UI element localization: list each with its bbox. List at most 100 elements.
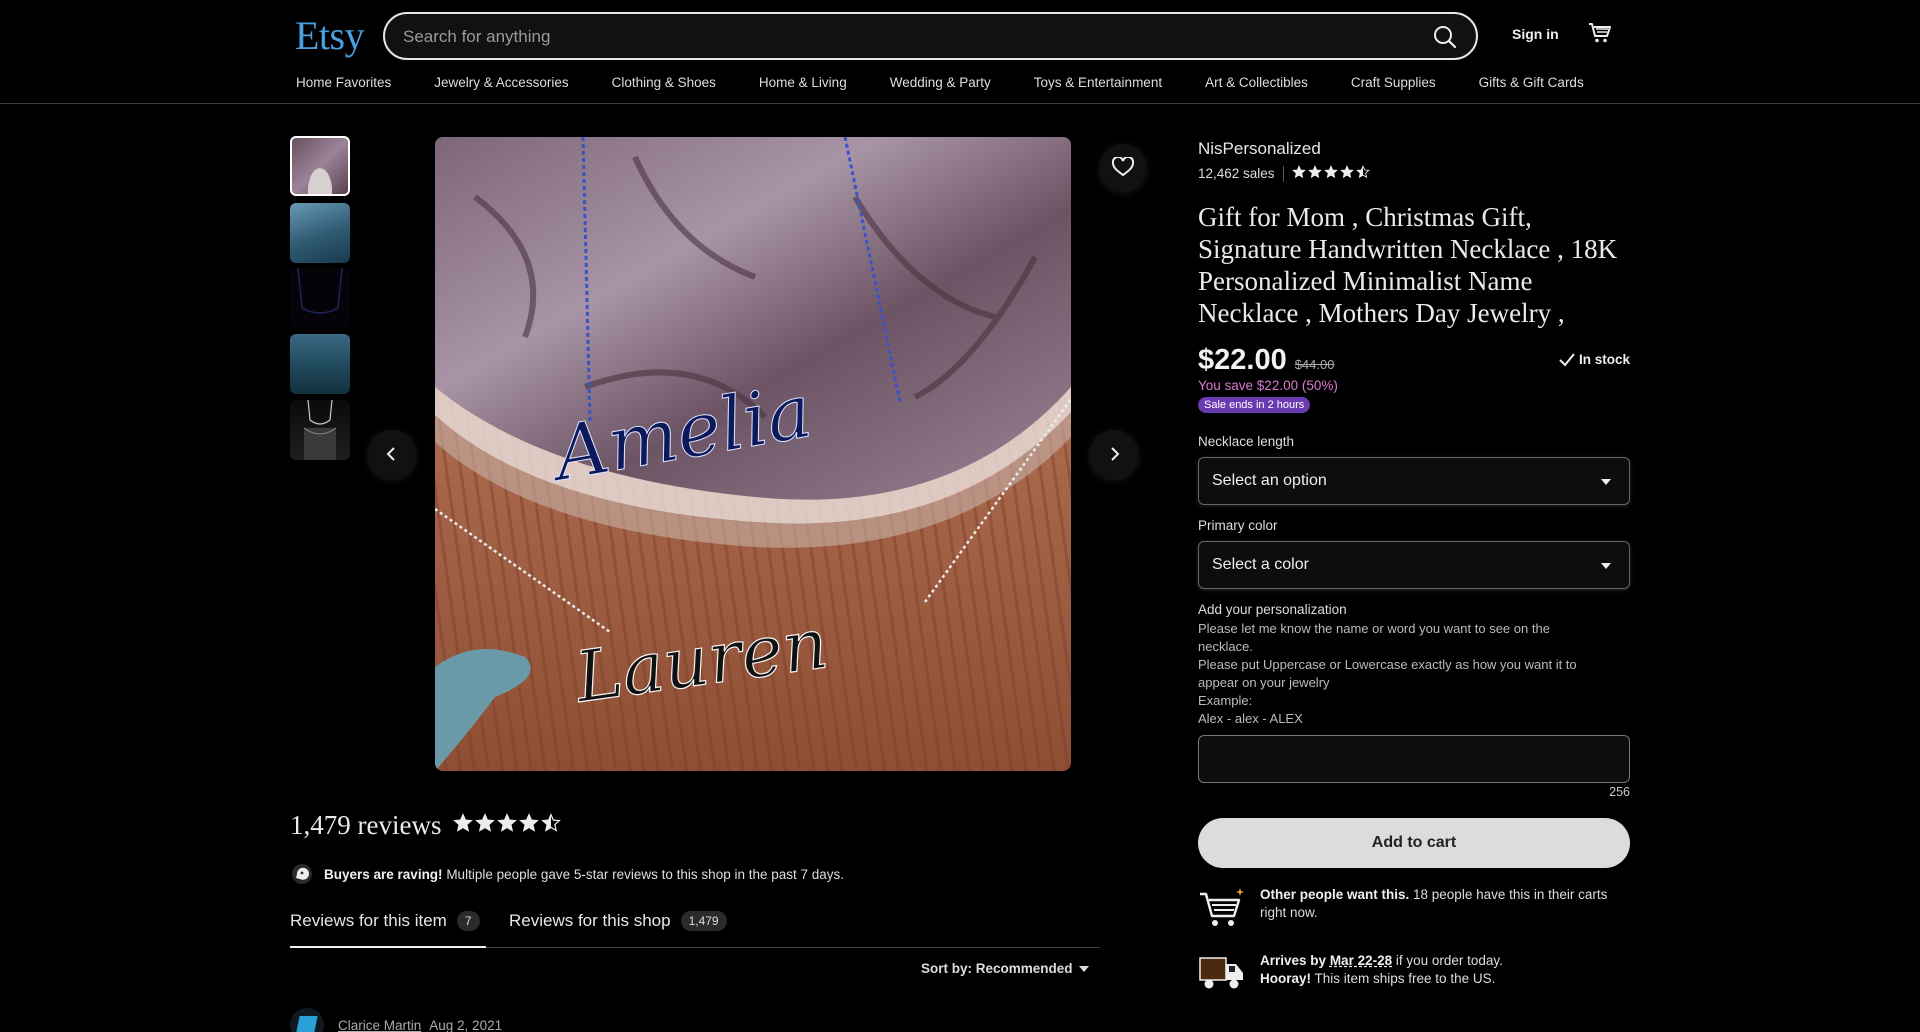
category-home-favorites[interactable]: Home Favorites (296, 75, 391, 90)
necklace-length-select[interactable]: Select an option (1198, 457, 1630, 505)
review-author-row: Clarice Martin Aug 2, 2021 (290, 1008, 502, 1032)
add-to-cart-button[interactable]: Add to cart (1198, 818, 1630, 868)
primary-color-value: Select a color (1212, 556, 1309, 573)
thumbnail-2[interactable] (290, 203, 350, 263)
buyers-raving-notice: Buyers are raving! Multiple people gave … (290, 862, 844, 886)
category-home-living[interactable]: Home & Living (759, 75, 847, 90)
thumbnail-3[interactable] (290, 268, 350, 328)
stock-label: In stock (1578, 352, 1630, 367)
chat-bubble-icon (292, 864, 312, 884)
review-date: Aug 2, 2021 (429, 1017, 503, 1032)
star-icon (475, 813, 496, 832)
category-wedding[interactable]: Wedding & Party (890, 75, 991, 90)
shop-rating-stars (1291, 165, 1372, 182)
sign-in-link[interactable]: Sign in (1512, 26, 1559, 42)
dropdown-caret-icon (1601, 479, 1611, 485)
sort-dropdown[interactable]: Sort by: Recommended (921, 961, 1089, 976)
previous-image-button[interactable] (368, 430, 416, 478)
hooray-bold: Hooray! (1260, 971, 1312, 986)
arrives-text: if you order today. (1392, 953, 1503, 968)
instruction-line: Alex - alex - ALEX (1198, 711, 1303, 726)
chevron-down-icon (1078, 965, 1089, 972)
star-icon (497, 813, 518, 832)
instruction-line: Example: (1198, 693, 1253, 708)
personalization-instructions: Please let me know the name or word you … (1198, 620, 1630, 728)
reviewer-name[interactable]: Clarice Martin (338, 1018, 421, 1032)
category-craft[interactable]: Craft Supplies (1351, 75, 1436, 90)
raving-bold: Buyers are raving! (324, 866, 443, 882)
product-title: Gift for Mom , Christmas Gift, Signature… (1198, 202, 1618, 328)
category-jewelry[interactable]: Jewelry & Accessories (434, 75, 568, 90)
stock-status: In stock (1559, 352, 1630, 367)
thumbnail-4[interactable] (290, 334, 350, 394)
reviews-header: 1,479 reviews (290, 810, 563, 841)
shop-name[interactable]: NisPersonalized (1198, 139, 1630, 159)
necklace-length-label: Necklace length (1198, 434, 1295, 449)
thumbnail-1[interactable] (290, 136, 350, 196)
current-price: $22.00 (1198, 344, 1287, 376)
cart-icon[interactable] (1588, 22, 1612, 44)
category-gifts[interactable]: Gifts & Gift Cards (1479, 75, 1584, 90)
star-icon (1307, 165, 1322, 179)
primary-color-select[interactable]: Select a color (1198, 541, 1630, 589)
original-price: $44.00 (1294, 357, 1335, 372)
category-clothing[interactable]: Clothing & Shoes (612, 75, 716, 90)
favorite-button[interactable] (1100, 144, 1146, 190)
star-icon (1323, 165, 1338, 179)
delivery-truck-icon (1199, 957, 1243, 989)
instruction-line: appear on your jewelry (1198, 675, 1330, 690)
raving-text: Multiple people gave 5-star reviews to t… (442, 866, 845, 882)
demand-bold: Other people want this. (1260, 887, 1410, 902)
review-tabs: Reviews for this item 7 Reviews for this… (290, 908, 1100, 948)
checkmark-icon (1559, 352, 1575, 366)
tab-count-badge: 1,479 (680, 911, 727, 931)
review-count: 1,479 reviews (290, 810, 442, 840)
star-icon (1291, 165, 1306, 179)
sales-count: 12,462 sales (1198, 166, 1275, 181)
star-icon (1355, 165, 1370, 179)
site-header: Etsy Sign in Home Favorites Jewelry & Ac… (0, 0, 1920, 104)
price-row: $22.00 $44.00 In stock (1198, 344, 1630, 377)
category-nav: Home Favorites Jewelry & Accessories Clo… (296, 75, 1584, 90)
chevron-left-icon (386, 447, 395, 461)
sort-label: Sort by: Recommended (921, 961, 1073, 976)
star-icon (453, 813, 474, 832)
delivery-notice: Arrives by Mar 22-28 if you order today.… (1198, 952, 1630, 996)
hooray-text: This item ships free to the US. (1311, 971, 1496, 986)
shop-sales-rating: 12,462 sales (1198, 165, 1630, 182)
arrives-bold: Arrives by (1260, 953, 1327, 968)
personalization-textarea[interactable] (1198, 735, 1630, 783)
product-main-image: Amelia Lauren (435, 137, 1071, 771)
character-count: 256 (1609, 785, 1630, 799)
sale-badge: Sale ends in 2 hours (1198, 397, 1311, 413)
dropdown-caret-icon (1601, 563, 1611, 569)
star-icon (541, 813, 562, 832)
arrives-date[interactable]: Mar 22-28 (1330, 953, 1392, 968)
tab-reviews-shop[interactable]: Reviews for this shop 1,479 (509, 911, 727, 931)
instruction-line: Please let me know the name or word you … (1198, 621, 1550, 636)
etsy-logo[interactable]: Etsy (295, 12, 365, 59)
personalization-label: Add your personalization (1198, 602, 1347, 617)
chevron-right-icon (1111, 447, 1120, 461)
star-icon (519, 813, 540, 832)
next-image-button[interactable] (1090, 430, 1138, 478)
necklace-length-value: Select an option (1212, 472, 1327, 489)
search-icon[interactable] (1432, 24, 1458, 50)
tab-label: Reviews for this item (290, 911, 447, 930)
category-toys[interactable]: Toys & Entertainment (1034, 75, 1162, 90)
tab-reviews-item[interactable]: Reviews for this item 7 (290, 911, 480, 931)
star-icon (1339, 165, 1354, 179)
search-bar[interactable] (383, 12, 1478, 60)
search-input[interactable] (403, 24, 1403, 50)
savings-text: You save $22.00 (50%) (1198, 378, 1338, 393)
category-art[interactable]: Art & Collectibles (1205, 75, 1308, 90)
active-tab-indicator (290, 946, 486, 948)
tab-label: Reviews for this shop (509, 911, 671, 930)
instruction-line: Please put Uppercase or Lowercase exactl… (1198, 657, 1577, 672)
demand-notice: Other people want this. 18 people have t… (1198, 886, 1630, 930)
avatar (290, 1008, 324, 1032)
thumbnail-5[interactable] (290, 400, 350, 460)
heart-icon (1112, 157, 1134, 177)
primary-color-label: Primary color (1198, 518, 1278, 533)
instruction-line: necklace. (1198, 639, 1253, 654)
